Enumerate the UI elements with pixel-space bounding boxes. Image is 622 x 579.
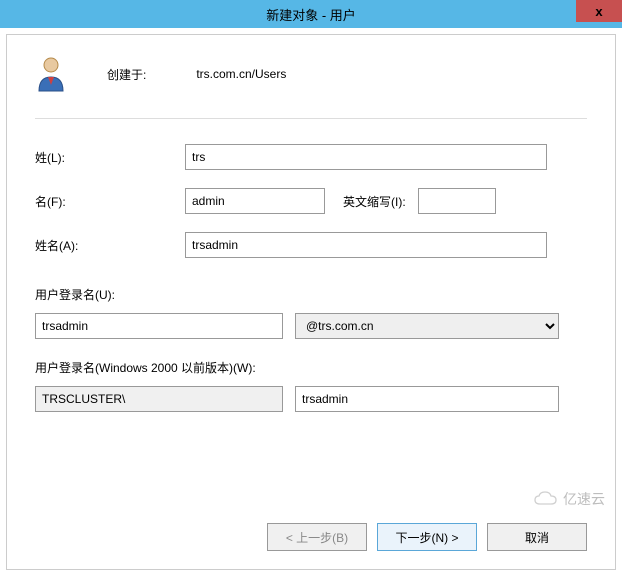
pre2k-domain-input bbox=[35, 386, 283, 412]
lastname-label: 姓(L): bbox=[35, 149, 185, 166]
logon-name-label: 用户登录名(U): bbox=[35, 286, 587, 303]
created-in-path: trs.com.cn/Users bbox=[196, 67, 286, 81]
back-button: < 上一步(B) bbox=[267, 523, 367, 551]
next-button[interactable]: 下一步(N) > bbox=[377, 523, 477, 551]
fullname-input[interactable] bbox=[185, 232, 547, 258]
initials-label: 英文缩写(I): bbox=[343, 193, 406, 210]
domain-select[interactable]: @trs.com.cn bbox=[295, 313, 559, 339]
initials-input[interactable] bbox=[418, 188, 496, 214]
logon-name-input[interactable] bbox=[35, 313, 283, 339]
watermark-text: 亿速云 bbox=[563, 489, 605, 509]
created-in-label: 创建于: bbox=[107, 66, 146, 83]
pre2k-label: 用户登录名(Windows 2000 以前版本)(W): bbox=[35, 359, 587, 376]
cancel-button[interactable]: 取消 bbox=[487, 523, 587, 551]
firstname-label: 名(F): bbox=[35, 193, 185, 210]
pre2k-user-input[interactable] bbox=[295, 386, 559, 412]
lastname-input[interactable] bbox=[185, 144, 547, 170]
fullname-label: 姓名(A): bbox=[35, 237, 185, 254]
close-button[interactable]: x bbox=[576, 0, 622, 22]
header-row: 创建于: trs.com.cn/Users bbox=[35, 55, 587, 93]
dialog-body: 创建于: trs.com.cn/Users 姓(L): 名(F): 英文缩写(I… bbox=[6, 34, 616, 570]
titlebar: 新建对象 - 用户 x bbox=[0, 0, 622, 28]
user-icon bbox=[35, 55, 67, 93]
watermark: 亿速云 bbox=[533, 489, 605, 509]
divider bbox=[35, 118, 587, 119]
cloud-icon bbox=[533, 490, 559, 508]
window-title: 新建对象 - 用户 bbox=[266, 5, 356, 24]
close-icon: x bbox=[595, 4, 602, 19]
firstname-input[interactable] bbox=[185, 188, 325, 214]
button-row: < 上一步(B) 下一步(N) > 取消 bbox=[267, 523, 587, 551]
